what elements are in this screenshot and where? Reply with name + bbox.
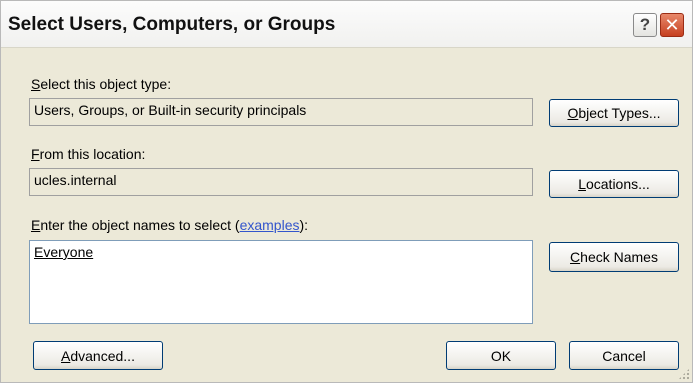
- question-mark-icon: ?: [639, 15, 651, 34]
- locations-button[interactable]: Locations...: [549, 170, 679, 198]
- help-button[interactable]: ?: [633, 13, 657, 37]
- check-names-button[interactable]: Check Names: [549, 242, 679, 272]
- resolved-name: Everyone: [34, 244, 94, 260]
- examples-link[interactable]: examples: [240, 217, 300, 233]
- object-type-label: Select this object type:: [31, 76, 172, 92]
- close-icon: ✕: [664, 15, 680, 35]
- advanced-button[interactable]: Advanced...: [33, 341, 163, 370]
- object-type-field: Users, Groups, or Built-in security prin…: [29, 98, 533, 126]
- close-button[interactable]: ✕: [660, 13, 684, 37]
- dialog-title: Select Users, Computers, or Groups: [8, 14, 336, 35]
- location-field: ucles.internal: [29, 168, 533, 196]
- object-names-label: Enter the object names to select (exampl…: [31, 217, 309, 233]
- ok-button[interactable]: OK: [446, 341, 556, 370]
- cancel-button[interactable]: Cancel: [569, 341, 679, 370]
- location-label: From this location:: [31, 146, 146, 162]
- title-bar[interactable]: Select Users, Computers, or Groups ? ✕: [1, 1, 692, 48]
- resize-grip-icon[interactable]: [678, 368, 690, 380]
- object-types-button[interactable]: Object Types...: [549, 99, 679, 127]
- object-names-input[interactable]: Everyone: [29, 240, 533, 324]
- select-users-dialog: Select Users, Computers, or Groups ? ✕ S…: [0, 0, 693, 383]
